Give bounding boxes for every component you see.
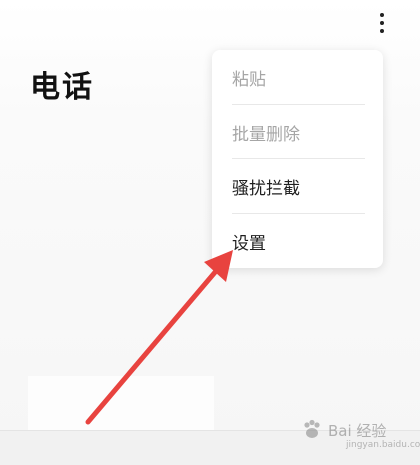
- more-options-button[interactable]: [372, 8, 392, 38]
- watermark-text: Bai 经验: [328, 421, 387, 440]
- overflow-menu: 粘贴 批量删除 骚扰拦截 设置: [212, 50, 383, 268]
- background-card: [28, 376, 214, 430]
- more-vertical-icon-dot: [380, 21, 384, 25]
- more-vertical-icon-dot: [380, 29, 384, 33]
- menu-item-paste: 粘贴: [232, 69, 266, 90]
- more-vertical-icon: [380, 13, 384, 17]
- menu-item-settings[interactable]: 设置: [232, 214, 365, 268]
- baidu-watermark: Bai 经验 jingyan.baidu.com: [300, 410, 420, 450]
- page-title: 电话: [30, 70, 94, 105]
- menu-item-harassment-block[interactable]: 骚扰拦截: [232, 159, 365, 213]
- watermark-subtext: jingyan.baidu.com: [346, 440, 420, 450]
- baidu-paw-icon: [304, 419, 320, 438]
- phone-app-screen: 电话 粘贴 批量删除 骚扰拦截 设置 Bai 经验 jingyan.baidu.…: [0, 0, 420, 465]
- menu-item-batch-delete: 批量删除: [232, 124, 300, 145]
